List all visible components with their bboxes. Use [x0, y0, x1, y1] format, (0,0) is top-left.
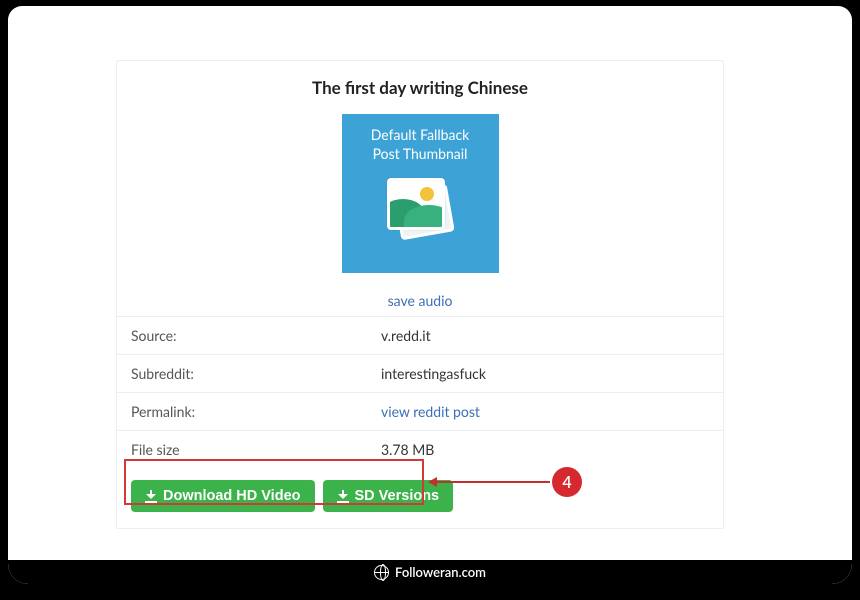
globe-icon: [374, 565, 389, 580]
footer-site-label: Followeran.com: [395, 564, 486, 580]
thumbnail-line2: Post Thumbnail: [373, 145, 468, 162]
meta-label: Permalink:: [131, 403, 381, 420]
sd-versions-button[interactable]: SD Versions: [323, 480, 454, 512]
save-audio-row: save audio: [117, 283, 723, 316]
download-hd-button[interactable]: Download HD Video: [131, 480, 315, 512]
meta-row-filesize: File size 3.78 MB: [117, 431, 723, 468]
meta-label: Source:: [131, 327, 381, 344]
sd-versions-label: SD Versions: [355, 488, 440, 504]
meta-label: Subreddit:: [131, 365, 381, 382]
thumbnail-container: Default Fallback Post Thumbnail: [117, 110, 723, 283]
meta-label: File size: [131, 441, 381, 458]
download-icon: [145, 490, 157, 502]
save-audio-link[interactable]: save audio: [388, 292, 453, 309]
download-buttons-row: Download HD Video SD Versions: [117, 468, 723, 528]
page-container: The first day writing Chinese Default Fa…: [8, 6, 852, 584]
meta-value: 3.78 MB: [381, 441, 709, 458]
download-card: The first day writing Chinese Default Fa…: [116, 60, 724, 529]
meta-value: view reddit post: [381, 403, 709, 420]
meta-row-subreddit: Subreddit: interestingasfuck: [117, 355, 723, 393]
download-hd-label: Download HD Video: [163, 488, 301, 504]
page-footer: Followeran.com: [8, 560, 852, 584]
view-reddit-post-link[interactable]: view reddit post: [381, 403, 480, 420]
post-title: The first day writing Chinese: [117, 61, 723, 110]
download-icon: [337, 490, 349, 502]
placeholder-image-icon: [381, 174, 459, 244]
metadata-table: Source: v.redd.it Subreddit: interesting…: [117, 316, 723, 468]
thumbnail-fallback-text: Default Fallback Post Thumbnail: [371, 126, 470, 164]
meta-row-source: Source: v.redd.it: [117, 317, 723, 355]
meta-value: v.redd.it: [381, 327, 709, 344]
thumbnail-line1: Default Fallback: [371, 126, 470, 143]
post-thumbnail: Default Fallback Post Thumbnail: [342, 114, 499, 273]
meta-value: interestingasfuck: [381, 365, 709, 382]
meta-row-permalink: Permalink: view reddit post: [117, 393, 723, 431]
